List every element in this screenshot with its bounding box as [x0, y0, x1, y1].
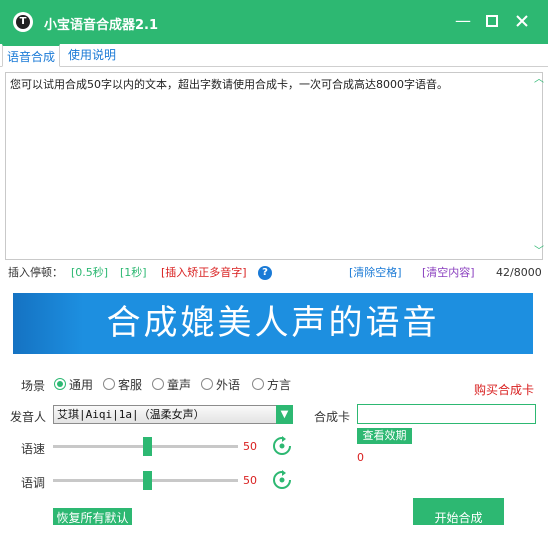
- reset-pitch-icon[interactable]: [272, 470, 292, 490]
- check-validity-button[interactable]: 查看效期: [357, 428, 412, 444]
- speed-label: 语速: [21, 442, 46, 456]
- pitch-label: 语调: [21, 476, 46, 490]
- title-bar: T 小宝语音合成器2.1 —: [0, 0, 548, 44]
- tab-instructions[interactable]: 使用说明: [64, 44, 120, 66]
- pitch-slider-thumb[interactable]: [143, 471, 152, 490]
- dropdown-arrow-icon[interactable]: ▼: [276, 405, 293, 424]
- start-synthesis-button[interactable]: 开始合成: [413, 498, 504, 525]
- insert-pause-one-link[interactable]: [1秒]: [120, 264, 147, 282]
- card-label: 合成卡: [314, 410, 351, 424]
- scroll-down-icon[interactable]: ﹀: [532, 246, 546, 258]
- help-icon[interactable]: ?: [258, 266, 272, 280]
- card-input[interactable]: [357, 404, 536, 424]
- radio-icon: [103, 378, 115, 390]
- insert-pause-label: 插入停顿：: [8, 266, 63, 279]
- close-icon[interactable]: [511, 10, 533, 32]
- app-logo-icon: T: [13, 12, 33, 32]
- reset-all-button[interactable]: 恢复所有默认: [53, 508, 132, 525]
- buy-card-link[interactable]: 购买合成卡: [474, 381, 534, 398]
- promo-banner: 合成媲美人声的语音: [13, 293, 533, 354]
- minimize-icon[interactable]: —: [452, 10, 474, 32]
- insert-polyphone-link[interactable]: [插入矫正多音字]: [161, 264, 247, 282]
- window-title: 小宝语音合成器2.1: [44, 18, 159, 33]
- clear-content-link[interactable]: [清空内容]: [422, 264, 475, 282]
- banner-text: 合成媲美人声的语音: [106, 303, 440, 343]
- radio-icon: [252, 378, 264, 390]
- pitch-value: 50: [243, 474, 257, 487]
- text-scrollbar[interactable]: ︿ ﹀: [532, 74, 546, 258]
- speed-slider-thumb[interactable]: [143, 437, 152, 456]
- char-counter: 42/8000: [496, 266, 542, 279]
- tab-strip: 语音合成 使用说明: [0, 44, 548, 67]
- insert-toolbar: 插入停顿： [0.5秒] [1秒] [插入矫正多音字] [清除空格] [清空内容…: [8, 264, 543, 282]
- tab-synthesis[interactable]: 语音合成: [2, 44, 61, 67]
- scene-label: 场景: [21, 379, 46, 393]
- scroll-up-icon[interactable]: ︿: [532, 74, 546, 86]
- speaker-value: 艾琪|Aiqi|1a|（温柔女声）: [57, 408, 205, 421]
- insert-pause-half-link[interactable]: [0.5秒]: [71, 264, 108, 282]
- speed-value: 50: [243, 440, 257, 453]
- card-remaining: 0: [357, 451, 364, 464]
- speaker-label: 发音人: [10, 410, 47, 424]
- reset-speed-icon[interactable]: [272, 436, 292, 456]
- radio-checked-icon: [54, 378, 66, 390]
- radio-icon: [152, 378, 164, 390]
- clear-spaces-link[interactable]: [清除空格]: [349, 264, 402, 282]
- text-input-area[interactable]: 您可以试用合成50字以内的文本，超出字数请使用合成卡，一次可合成高达8000字语…: [5, 72, 543, 260]
- maximize-icon[interactable]: [481, 10, 503, 32]
- radio-icon: [201, 378, 213, 390]
- speaker-select[interactable]: 艾琪|Aiqi|1a|（温柔女声） ▼: [53, 405, 293, 424]
